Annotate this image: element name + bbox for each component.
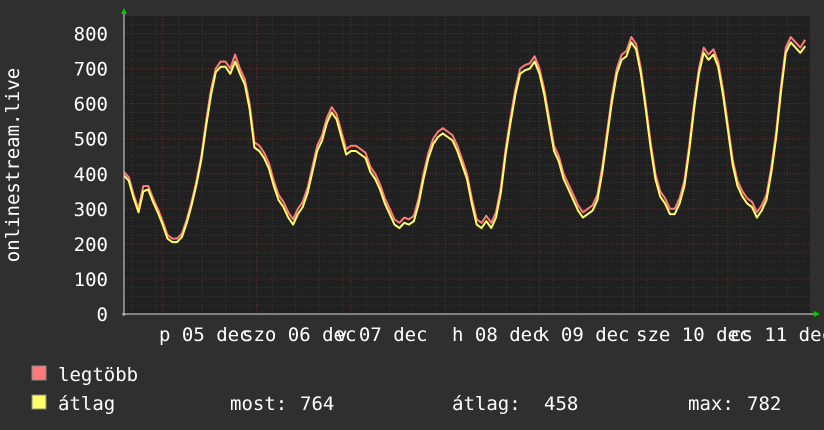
legend-swatch-legtobb <box>31 365 47 381</box>
stat-most-value: 764 <box>300 393 334 415</box>
x-tick-label: h 08 dec <box>452 324 544 346</box>
x-tick-labels: p 05 decszo 06 decv 07 dec h 08 deck 09 d… <box>159 324 824 346</box>
x-tick-label: cs 11 dec <box>730 324 824 346</box>
y-tick-label: 0 <box>97 304 108 326</box>
stat-max-value: 782 <box>747 393 781 415</box>
y-tick-label: 100 <box>74 269 108 291</box>
y-tick-label: 700 <box>74 59 108 81</box>
y-tick-label: 200 <box>74 234 108 256</box>
legend-label-legtobb: legtöbb <box>58 364 138 386</box>
x-tick-label: v 07 dec <box>336 324 428 346</box>
y-tick-label: 300 <box>74 199 108 221</box>
legend-swatch-atlag <box>31 394 47 410</box>
y-tick-label: 400 <box>74 164 108 186</box>
stat-atlag-value: 458 <box>544 393 578 415</box>
stat-atlag-label: átlag: <box>452 393 521 415</box>
y-tick-label: 600 <box>74 94 108 116</box>
y-axis-label: onlinestream.live <box>2 68 24 262</box>
legend-label-atlag: átlag <box>58 393 115 415</box>
stat-most-label: most: <box>230 393 287 415</box>
y-tick-label: 500 <box>74 129 108 151</box>
x-tick-label: p 05 dec <box>159 324 251 346</box>
y-tick-labels: 0 100 200 300 400 500 600 700 800 <box>74 24 108 326</box>
chart-svg: 0100200300400500600700800 p 05 decszo 06… <box>0 0 824 430</box>
stat-max-label: max: <box>688 393 734 415</box>
y-tick-label: 800 <box>74 24 108 46</box>
x-tick-label: k 09 dec <box>538 324 630 346</box>
